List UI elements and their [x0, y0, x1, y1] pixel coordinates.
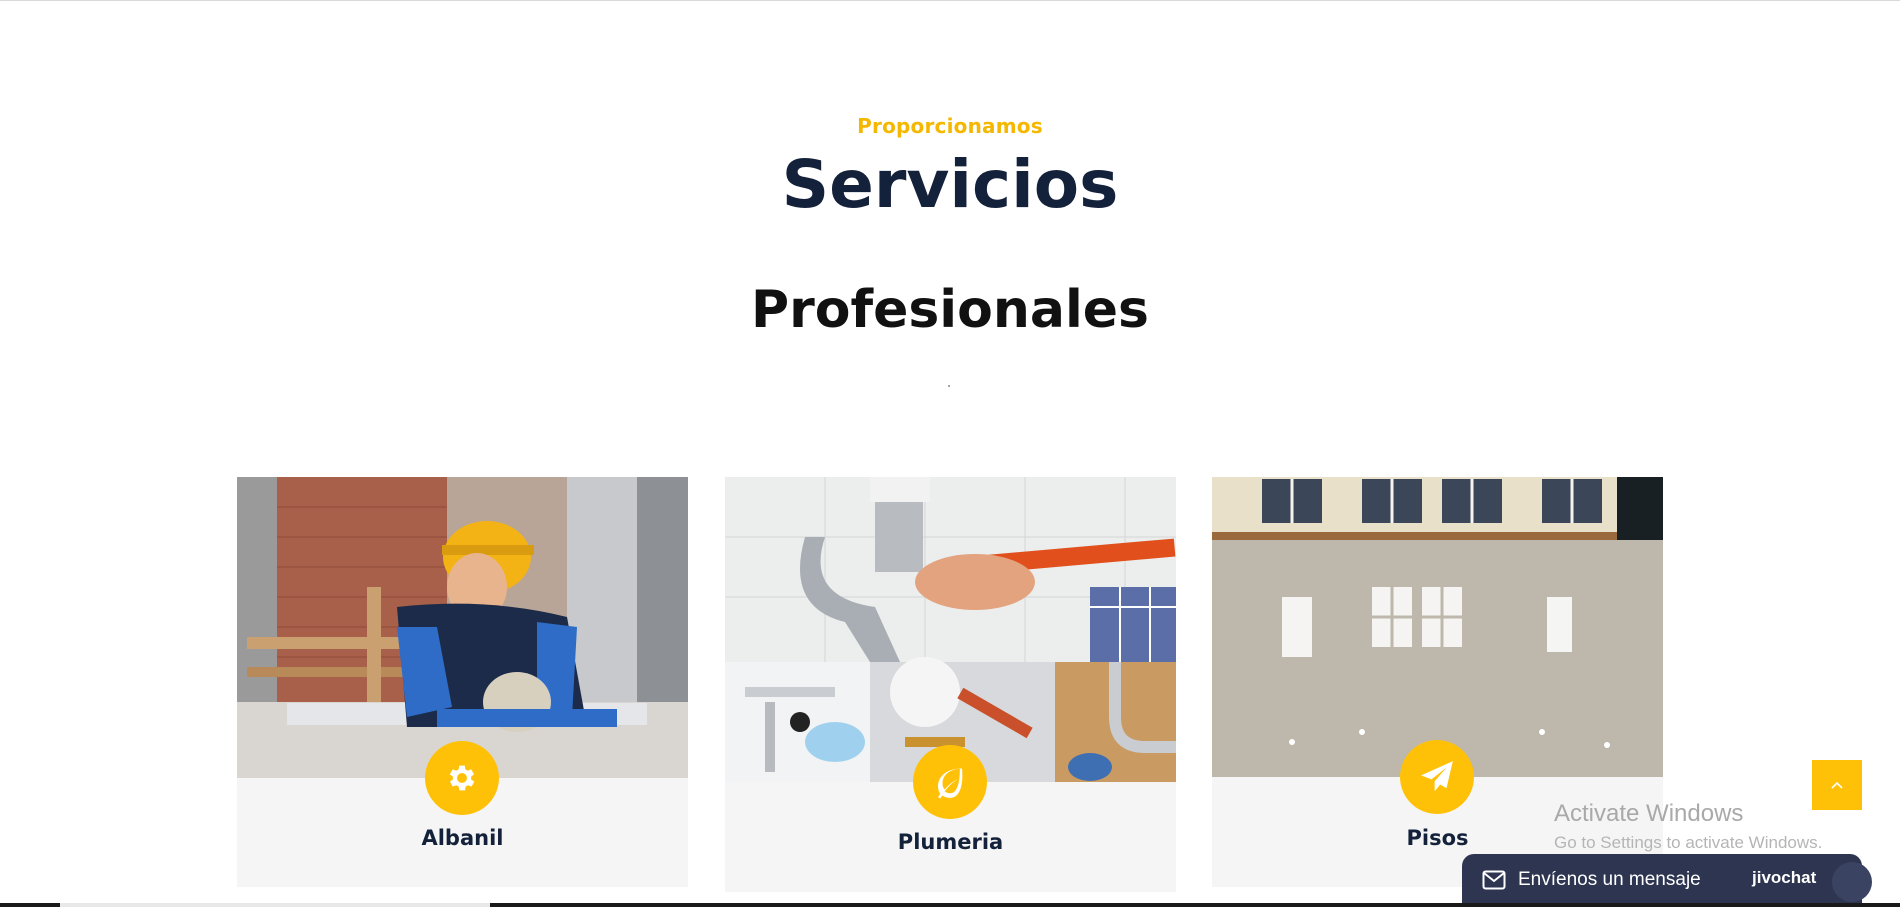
activate-windows-title: Activate Windows: [1554, 800, 1744, 827]
chat-message-label[interactable]: Envíenos un mensaje: [1518, 869, 1701, 891]
plumeria-photo: [725, 477, 1176, 782]
scroll-to-top-button[interactable]: [1812, 760, 1862, 810]
top-divider: [0, 0, 1900, 1]
chat-bubble-icon: [1832, 862, 1872, 902]
decorative-dot: [948, 385, 950, 387]
gear-icon: [425, 741, 499, 815]
leaf-icon: [913, 745, 987, 819]
service-card-albanil[interactable]: Albanil: [237, 477, 688, 887]
service-label-plumeria[interactable]: Plumeria: [725, 830, 1176, 854]
albanil-photo: [237, 477, 688, 778]
section-title: Servicios: [781, 146, 1119, 223]
chat-widget[interactable]: Envíenos un mensaje jivochat: [1462, 854, 1872, 907]
chevron-up-icon: [1831, 781, 1843, 789]
section-eyebrow: Proporcionamos: [857, 114, 1043, 138]
bottom-bar-segment: [60, 903, 490, 907]
pisos-photo: [1212, 477, 1663, 777]
service-label-albanil[interactable]: Albanil: [237, 826, 688, 850]
paper-plane-icon: [1400, 740, 1474, 814]
activate-windows-subtitle: Go to Settings to activate Windows.: [1554, 833, 1823, 852]
service-card-plumeria[interactable]: Plumeria: [725, 477, 1176, 892]
chat-brand-logo: jivochat: [1752, 868, 1817, 887]
bottom-bar: [0, 903, 1900, 907]
section-subtitle: Profesionales: [750, 280, 1150, 340]
mail-icon: [1482, 870, 1506, 894]
